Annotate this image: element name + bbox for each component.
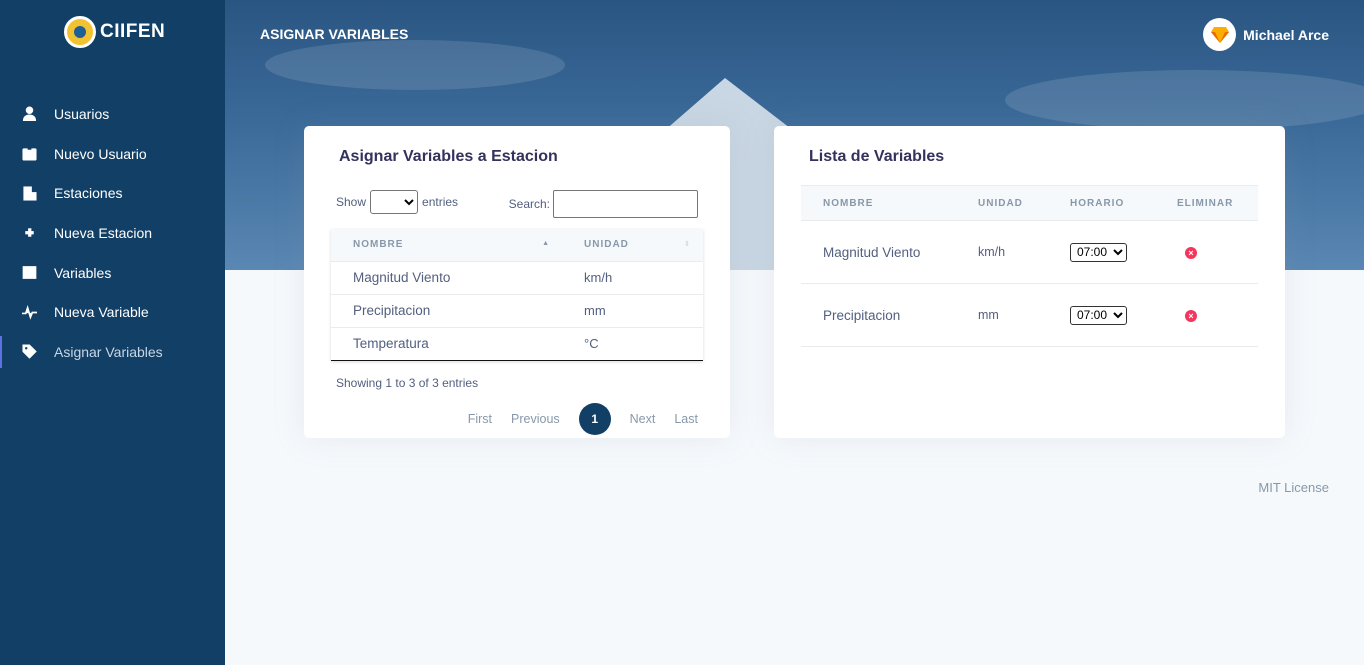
user-menu[interactable]: Michael Arce bbox=[1203, 18, 1329, 51]
footer-license-link[interactable]: MIT License bbox=[1258, 480, 1329, 495]
sidebar-item-label: Asignar Variables bbox=[54, 343, 163, 360]
table-search: Search: bbox=[509, 190, 698, 218]
column-header-unidad: UNIDAD bbox=[956, 185, 1048, 221]
variables-list-card: Lista de Variables NOMBRE UNIDAD HORARIO… bbox=[774, 126, 1285, 438]
brand-logo[interactable]: CIIFEN bbox=[64, 16, 165, 48]
sort-both-icon: ⇕ bbox=[684, 241, 691, 248]
sidebar-item-variables[interactable]: Variables bbox=[0, 253, 225, 293]
column-header-nombre: NOMBRE bbox=[801, 185, 956, 221]
entries-select[interactable] bbox=[370, 190, 419, 214]
user-name: Michael Arce bbox=[1243, 26, 1329, 43]
sidebar-item-estaciones[interactable]: Estaciones bbox=[0, 173, 225, 213]
sidebar-item-label: Nueva Variable bbox=[54, 304, 149, 321]
search-input[interactable] bbox=[553, 190, 698, 218]
entries-label: entries bbox=[422, 195, 459, 209]
page-title: ASIGNAR VARIABLES bbox=[260, 26, 409, 42]
horario-select[interactable]: 07:00 bbox=[1070, 305, 1127, 325]
id-card-icon bbox=[21, 146, 37, 162]
column-header-eliminar: ELIMINAR bbox=[1155, 185, 1258, 221]
entries-length-control: Show entries bbox=[336, 190, 458, 214]
table-row[interactable]: Temperatura °C bbox=[331, 326, 703, 361]
sidebar-item-nuevo-usuario[interactable]: Nuevo Usuario bbox=[0, 134, 225, 174]
building-icon bbox=[21, 185, 37, 201]
pagination: First Previous 1 Next Last bbox=[449, 403, 698, 435]
avatar bbox=[1203, 18, 1237, 51]
sidebar-item-label: Usuarios bbox=[54, 105, 110, 122]
variable-name: Magnitud Viento bbox=[331, 260, 562, 294]
sidebar: CIIFEN Usuarios Nuevo Usuario Estaciones… bbox=[0, 0, 225, 665]
pager-last-button[interactable]: Last bbox=[674, 412, 698, 426]
variable-name: Precipitacion bbox=[801, 283, 956, 347]
sidebar-item-label: Nueva Estacion bbox=[54, 224, 153, 241]
user-icon bbox=[21, 106, 37, 122]
horario-select[interactable]: 07:00 bbox=[1070, 242, 1127, 262]
tag-icon bbox=[21, 344, 37, 360]
ciifen-logo-icon bbox=[64, 16, 96, 48]
pager-first-button[interactable]: First bbox=[468, 412, 492, 426]
variable-name: Magnitud Viento bbox=[801, 220, 956, 284]
variable-unit: km/h bbox=[956, 220, 1048, 284]
table-row: Precipitacion mm 07:00 × bbox=[801, 283, 1258, 347]
main-content: ASIGNAR VARIABLES Michael Arce Asignar V… bbox=[225, 0, 1364, 665]
show-label: Show bbox=[336, 195, 367, 209]
pager-page-button[interactable]: 1 bbox=[578, 403, 611, 435]
variable-name: Precipitacion bbox=[331, 293, 562, 327]
sidebar-nav: Usuarios Nuevo Usuario Estaciones Nueva … bbox=[0, 94, 225, 372]
list-box-icon bbox=[21, 265, 37, 281]
assign-variables-card: Asignar Variables a Estacion Show entrie… bbox=[304, 126, 730, 438]
column-header-nombre[interactable]: NOMBRE ▲ bbox=[331, 229, 562, 261]
pager-next-button[interactable]: Next bbox=[630, 412, 656, 426]
pager-previous-button[interactable]: Previous bbox=[511, 412, 560, 426]
search-label: Search: bbox=[508, 197, 550, 211]
table-info: Showing 1 to 3 of 3 entries bbox=[336, 376, 479, 390]
plus-icon bbox=[21, 225, 37, 241]
variable-unit: mm bbox=[562, 293, 703, 327]
column-header-horario: HORARIO bbox=[1048, 185, 1155, 221]
delete-icon[interactable]: × bbox=[1185, 247, 1197, 259]
column-header-unidad[interactable]: UNIDAD ⇕ bbox=[562, 229, 703, 261]
sidebar-item-label: Estaciones bbox=[54, 185, 123, 202]
sidebar-item-nueva-estacion[interactable]: Nueva Estacion bbox=[0, 213, 225, 253]
delete-icon[interactable]: × bbox=[1185, 310, 1197, 322]
sidebar-item-label: Variables bbox=[54, 264, 112, 281]
variable-unit: km/h bbox=[562, 260, 703, 294]
sidebar-item-usuarios[interactable]: Usuarios bbox=[0, 94, 225, 134]
sketch-diamond-icon bbox=[1210, 26, 1229, 43]
list-card-title: Lista de Variables bbox=[809, 148, 945, 165]
variable-name: Temperatura bbox=[331, 326, 562, 361]
table-row[interactable]: Magnitud Viento km/h bbox=[331, 260, 703, 294]
sidebar-item-label: Nuevo Usuario bbox=[54, 145, 147, 162]
table-row[interactable]: Precipitacion mm bbox=[331, 293, 703, 327]
variable-unit: mm bbox=[956, 283, 1048, 347]
pulse-icon bbox=[21, 304, 37, 320]
variables-list-table: NOMBRE UNIDAD HORARIO ELIMINAR Magnitud … bbox=[801, 185, 1258, 347]
sort-ascending-icon: ▲ bbox=[542, 240, 550, 247]
assign-variables-table: NOMBRE ▲ UNIDAD ⇕ Magnitud Viento km/h P… bbox=[331, 229, 703, 361]
variable-unit: °C bbox=[562, 326, 703, 361]
sidebar-item-asignar-variables[interactable]: Asignar Variables bbox=[0, 332, 225, 372]
assign-card-title: Asignar Variables a Estacion bbox=[339, 148, 558, 165]
table-row: Magnitud Viento km/h 07:00 × bbox=[801, 220, 1258, 284]
brand-name: CIIFEN bbox=[100, 21, 166, 42]
sidebar-item-nueva-variable[interactable]: Nueva Variable bbox=[0, 292, 225, 332]
